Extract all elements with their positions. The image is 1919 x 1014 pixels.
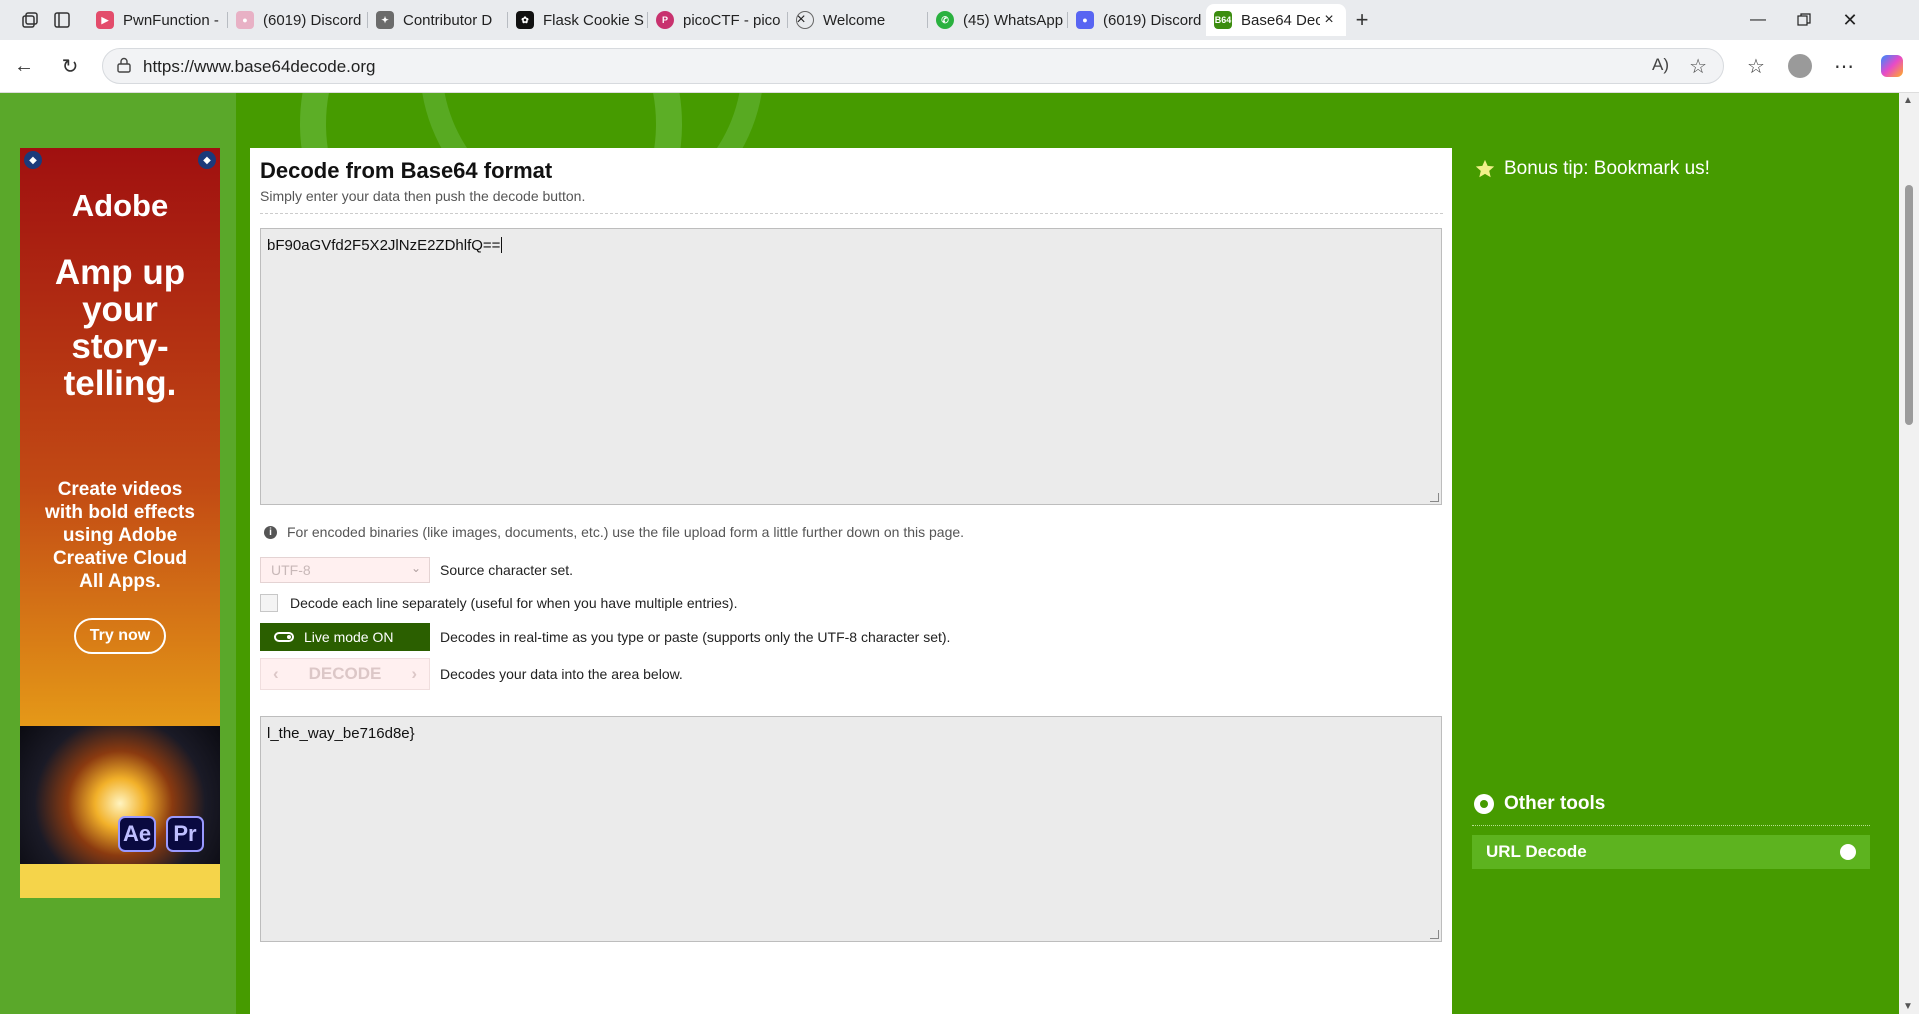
globe-icon xyxy=(796,11,814,29)
decode-panel: Decode from Base64 format Simply enter y… xyxy=(250,148,1452,1014)
b64-icon: B64 xyxy=(1214,11,1232,29)
resize-handle[interactable] xyxy=(1430,930,1439,939)
each-line-label: Decode each line separately (useful for … xyxy=(290,595,738,611)
favorites-icon[interactable]: ☆ xyxy=(1742,52,1770,80)
adobe-ad[interactable]: ◆ ◆ Adobe Amp up your story- telling. Cr… xyxy=(20,148,220,898)
back-icon[interactable]: ← xyxy=(10,52,38,80)
tool-url-decode[interactable]: URL Decode xyxy=(1472,835,1870,869)
star-icon xyxy=(1475,159,1495,178)
youtube-icon: ▶ xyxy=(96,11,114,29)
profile-avatar[interactable] xyxy=(1786,52,1814,80)
file-upload-info: i For encoded binaries (like images, doc… xyxy=(264,524,964,540)
divider xyxy=(260,213,1443,214)
read-aloud-icon[interactable]: A) xyxy=(1652,55,1669,75)
ad-brand: Adobe xyxy=(71,188,169,223)
url-field[interactable]: https://www.base64decode.org A) ☆ xyxy=(102,48,1724,84)
live-mode-toggle[interactable]: Live mode ON xyxy=(260,623,430,651)
each-line-row: Decode each line separately (useful for … xyxy=(260,594,737,612)
wand-icon: ✦ xyxy=(376,11,394,29)
envelope-icon xyxy=(1840,844,1856,860)
scroll-up-icon[interactable]: ▲ xyxy=(1903,95,1913,106)
close-window-icon[interactable]: ✕ xyxy=(1827,6,1873,34)
live-mode-row: Live mode ON Decodes in real-time as you… xyxy=(260,623,950,651)
page-scrollbar[interactable]: ▲ ▼ xyxy=(1899,93,1919,1014)
base64-input-textarea[interactable]: bF90aGVfd2F5X2JlNzE2ZDhlfQ== xyxy=(260,228,1442,505)
ad-headline: Amp up your story- telling. xyxy=(54,253,186,403)
close-icon[interactable]: × xyxy=(1320,11,1338,29)
discord-icon: ● xyxy=(1076,11,1094,29)
resize-handle[interactable] xyxy=(1430,493,1439,502)
copilot-icon[interactable] xyxy=(1878,52,1906,80)
page-content: ◆ ◆ Adobe Amp up your story- telling. Cr… xyxy=(0,93,1899,1014)
lock-icon xyxy=(117,57,131,73)
whatsapp-icon: ✆ xyxy=(936,11,954,29)
chevron-left-icon: ‹ xyxy=(273,664,279,683)
page-subtitle: Simply enter your data then push the dec… xyxy=(260,188,586,204)
gear-icon xyxy=(1474,794,1494,814)
info-icon: i xyxy=(264,525,277,539)
other-tools-heading: Other tools xyxy=(1474,793,1605,815)
each-line-checkbox[interactable] xyxy=(260,594,278,612)
bookmark-tip[interactable]: Bonus tip: Bookmark us! xyxy=(1474,158,1710,180)
after-effects-icon: Ae xyxy=(118,816,156,852)
minimize-icon[interactable]: — xyxy=(1735,6,1781,34)
divider xyxy=(1472,825,1870,826)
url-text: https://www.base64decode.org xyxy=(143,57,376,76)
decoded-output-textarea[interactable]: l_the_way_be716d8e} xyxy=(260,716,1442,942)
refresh-icon[interactable]: ↻ xyxy=(56,52,84,80)
chevron-down-icon: ⌄ xyxy=(410,561,421,575)
scrollbar-thumb[interactable] xyxy=(1905,185,1913,425)
decode-button[interactable]: ‹ DECODE › xyxy=(260,658,430,690)
ad-body: Create videos with bold effects using Ad… xyxy=(45,479,195,592)
live-mode-description: Decodes in real-time as you type or past… xyxy=(440,629,951,645)
page-title: Decode from Base64 format xyxy=(260,158,553,183)
openai-icon: ✿ xyxy=(516,11,534,29)
ad-shield-icon: ◆ xyxy=(24,151,42,169)
tab-bar: ▶ PwnFunction - × ● (6019) Discord × ✦ C… xyxy=(0,0,1919,40)
picoctf-icon: P xyxy=(656,11,674,29)
decode-description: Decodes your data into the area below. xyxy=(440,666,683,682)
premiere-pro-icon: Pr xyxy=(166,816,204,852)
decode-row: ‹ DECODE › Decodes your data into the ar… xyxy=(260,658,683,690)
toggle-switch-icon xyxy=(274,632,294,642)
ad-shield-icon: ◆ xyxy=(198,151,216,169)
scroll-down-icon[interactable]: ▼ xyxy=(1903,1001,1913,1012)
restore-icon[interactable] xyxy=(1781,6,1827,34)
new-tab-icon[interactable]: + xyxy=(1350,7,1374,32)
workspaces-icon[interactable] xyxy=(18,8,42,32)
chevron-right-icon: › xyxy=(411,664,417,683)
ad-try-now-button[interactable]: Try now xyxy=(74,618,166,654)
charset-select[interactable]: UTF-8 ⌄ xyxy=(260,557,430,583)
ad-footer xyxy=(20,864,220,898)
vertical-tabs-icon[interactable] xyxy=(50,8,74,32)
more-menu-icon[interactable]: ⋯ xyxy=(1830,52,1858,80)
charset-row: UTF-8 ⌄ Source character set. xyxy=(260,557,573,583)
tab-base64-decode[interactable]: B64 Base64 Decod × xyxy=(1206,4,1346,36)
favorite-star-icon[interactable]: ☆ xyxy=(1689,54,1707,79)
charset-label: Source character set. xyxy=(440,562,574,578)
discord-icon: ● xyxy=(236,11,254,29)
address-bar: ← ↻ https://www.base64decode.org A) ☆ ☆ … xyxy=(0,40,1919,93)
